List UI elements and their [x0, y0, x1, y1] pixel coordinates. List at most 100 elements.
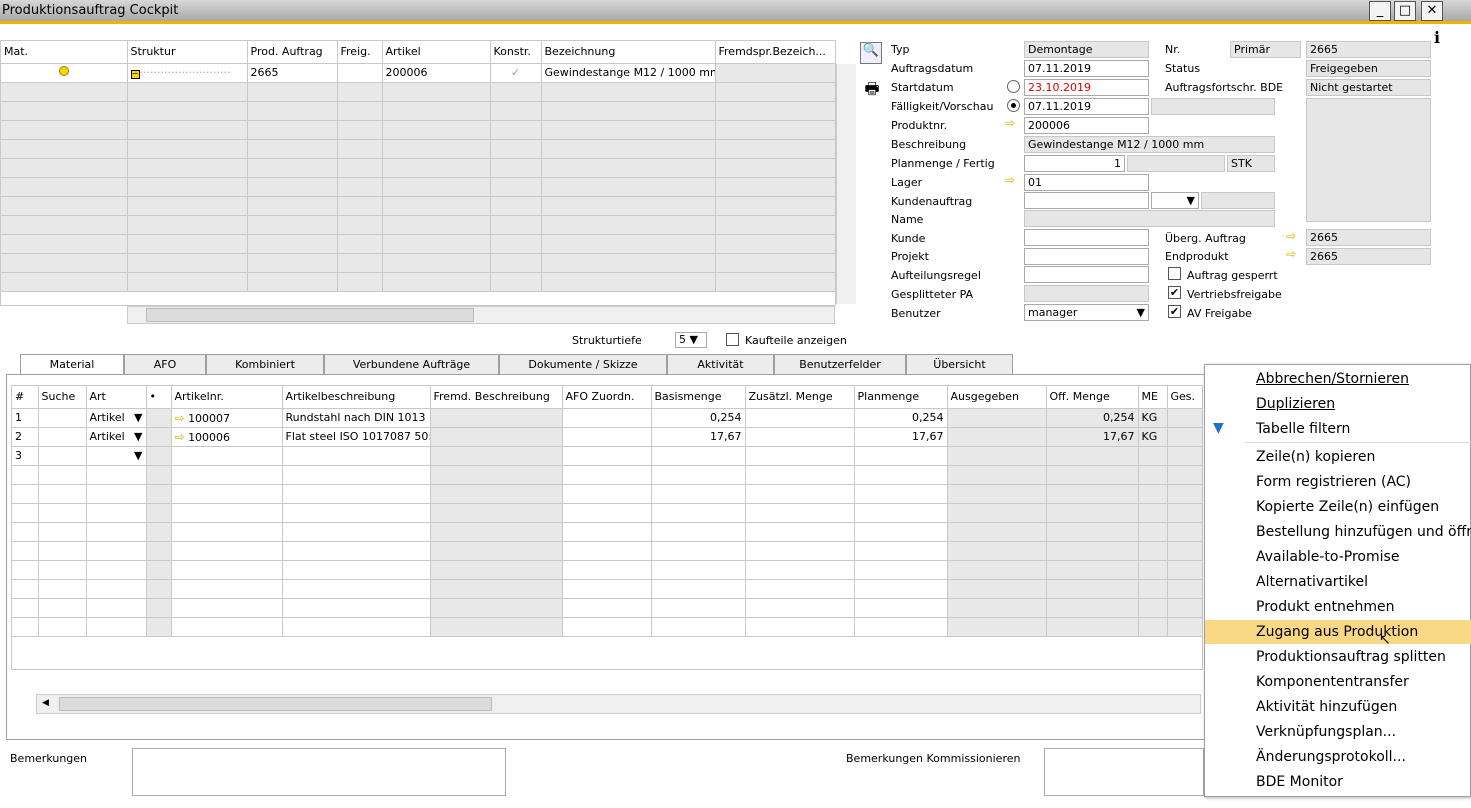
link-arrow-icon[interactable]: ⇨	[1286, 229, 1296, 243]
table-row[interactable]: 3 ▼	[12, 446, 1202, 466]
av-freigabe-checkbox[interactable]: ✔	[1168, 305, 1181, 318]
link-arrow-icon[interactable]: ⇨	[1286, 247, 1296, 261]
col-struktur[interactable]: Struktur	[127, 41, 248, 64]
link-arrow-icon[interactable]: ⇨	[175, 411, 185, 425]
menu-item-abbrechen[interactable]: Abbrechen/Stornieren	[1205, 367, 1471, 391]
col-artikelbeschreibung[interactable]: Artikelbeschreibung	[282, 386, 431, 409]
horizontal-scrollbar[interactable]	[127, 306, 835, 324]
col-freig[interactable]: Freig.	[337, 41, 383, 64]
menu-item-verknuepfungsplan[interactable]: Verknüpfungsplan...	[1205, 720, 1471, 744]
material-horizontal-scrollbar[interactable]: ◀	[36, 694, 1201, 714]
col-fremd-beschreibung[interactable]: Fremd. Beschreibung	[430, 386, 563, 409]
dropdown-icon[interactable]: ▼	[134, 449, 142, 462]
menu-item-bde-monitor[interactable]: BDE Monitor	[1205, 770, 1471, 794]
dropdown-icon[interactable]: ▼	[134, 430, 142, 443]
produktnr-field[interactable]: 200006	[1024, 117, 1149, 134]
planmenge-field[interactable]: 1	[1024, 155, 1125, 172]
tab-benutzerfelder[interactable]: Benutzerfelder	[774, 354, 906, 374]
col-konstr[interactable]: Konstr.	[490, 41, 542, 64]
col-mat[interactable]: Mat.	[1, 41, 128, 64]
tab-uebersicht[interactable]: Übersicht	[906, 354, 1013, 374]
dropdown-icon[interactable]: ▼	[134, 411, 142, 424]
tab-verbundene-auftraege[interactable]: Verbundene Aufträge	[324, 354, 499, 374]
maximize-button[interactable]: □	[1394, 1, 1416, 21]
menu-item-bestellung-hinzufuegen[interactable]: Bestellung hinzufügen und öffnen	[1205, 520, 1471, 544]
strukturtiefe-select[interactable]: 5 ▼	[675, 332, 707, 348]
menu-item-zeilen-einfuegen[interactable]: Kopierte Zeile(n) einfügen	[1205, 495, 1471, 519]
menu-item-zeilen-kopieren[interactable]: Zeile(n) kopieren	[1205, 445, 1471, 469]
menu-item-form-registrieren[interactable]: Form registrieren (AC)	[1205, 470, 1471, 494]
faelligkeit-field[interactable]: 07.11.2019	[1024, 98, 1149, 115]
kunde-field[interactable]	[1024, 229, 1149, 246]
kundenauftrag-select[interactable]: ▼	[1151, 192, 1199, 209]
col-number[interactable]: #	[12, 386, 39, 409]
tab-aktivitaet[interactable]: Aktivität	[667, 354, 774, 374]
bemerkungen-textarea[interactable]	[132, 748, 506, 796]
afbde-field[interactable]: Nicht gestartet	[1306, 79, 1431, 96]
menu-item-aktivitaet-hinzufuegen[interactable]: Aktivität hinzufügen	[1205, 695, 1471, 719]
print-icon[interactable]: 🖶	[860, 78, 884, 100]
info-icon[interactable]: ℹ	[1434, 28, 1440, 47]
tab-dokumente[interactable]: Dokumente / Skizze	[499, 354, 667, 374]
auftrag-gesperrt-checkbox[interactable]	[1168, 267, 1181, 280]
link-arrow-icon[interactable]: ⇨	[1005, 116, 1015, 130]
scroll-left-icon[interactable]: ◀	[42, 698, 49, 708]
menu-item-komponententransfer[interactable]: Komponententransfer	[1205, 670, 1471, 694]
typ-field[interactable]: Demontage	[1024, 41, 1149, 58]
benutzer-select[interactable]: manager ▼	[1024, 304, 1149, 321]
tab-kombiniert[interactable]: Kombiniert	[206, 354, 324, 374]
faelligkeit-radio[interactable]	[1007, 99, 1020, 112]
col-afo-zuordn[interactable]: AFO Zuordn.	[562, 386, 652, 409]
ueberg-auftrag-field[interactable]: 2665	[1306, 229, 1431, 246]
menu-item-auftrag-splitten[interactable]: Produktionsauftrag splitten	[1205, 645, 1471, 669]
kundenauftrag-extra[interactable]	[1201, 192, 1275, 209]
document-icon[interactable]: 🔍	[860, 42, 882, 64]
tab-material[interactable]: Material	[20, 354, 124, 375]
startdatum-radio[interactable]	[1007, 80, 1020, 93]
table-row[interactable]: −·························· 2665 200006 …	[1, 63, 835, 83]
lager-field[interactable]: 01	[1024, 174, 1149, 191]
endprodukt-field[interactable]: 2665	[1306, 248, 1431, 265]
kundenauftrag-field[interactable]	[1024, 192, 1149, 209]
minimize-button[interactable]: _	[1369, 1, 1391, 21]
name-field[interactable]	[1024, 210, 1275, 227]
collapse-icon[interactable]: −	[130, 70, 140, 79]
menu-item-aenderungsprotokoll[interactable]: Änderungsprotokoll...	[1205, 745, 1471, 769]
startdatum-field[interactable]: 23.10.2019	[1024, 79, 1149, 96]
fertig-field[interactable]	[1127, 155, 1225, 172]
menu-item-duplizieren[interactable]: Duplizieren	[1205, 392, 1471, 416]
col-art[interactable]: Art	[86, 386, 147, 409]
col-bezeichnung[interactable]: Bezeichnung	[541, 41, 716, 64]
nr-field[interactable]: 2665	[1306, 41, 1431, 58]
col-basismenge[interactable]: Basismenge	[651, 386, 746, 409]
col-ausgegeben[interactable]: Ausgegeben	[947, 386, 1047, 409]
col-off-menge[interactable]: Off. Menge	[1046, 386, 1139, 409]
menu-item-zugang-aus-produktion[interactable]: Zugang aus Produktion	[1205, 620, 1471, 644]
col-fremdspr[interactable]: Fremdspr.Bezeich...	[715, 41, 835, 64]
vertical-scrollbar[interactable]	[836, 64, 856, 304]
col-artikel[interactable]: Artikel	[382, 41, 491, 64]
projekt-field[interactable]	[1024, 248, 1149, 265]
col-suche[interactable]: Suche	[38, 386, 87, 409]
table-row[interactable]: 2 Artikel ▼ ⇨ 100006 Flat steel ISO 1017…	[12, 427, 1202, 447]
col-zusaetzl-menge[interactable]: Zusätzl. Menge	[745, 386, 855, 409]
vertriebsfreigabe-checkbox[interactable]: ✔	[1168, 286, 1181, 299]
link-arrow-icon[interactable]: ⇨	[1005, 173, 1015, 187]
link-arrow-icon[interactable]: ⇨	[175, 430, 185, 444]
col-artikelnr[interactable]: Artikelnr.	[171, 386, 283, 409]
col-ges[interactable]: Ges.	[1167, 386, 1202, 409]
scroll-thumb[interactable]	[59, 697, 492, 711]
menu-item-alternativartikel[interactable]: Alternativartikel	[1205, 570, 1471, 594]
table-row[interactable]: 1 Artikel ▼ ⇨ 100007 Rundstahl nach DIN …	[12, 408, 1202, 428]
aufteilungsregel-field[interactable]	[1024, 266, 1149, 283]
kaufteile-checkbox[interactable]	[726, 333, 739, 346]
nr-series-select[interactable]: Primär	[1230, 41, 1301, 58]
beschreibung-field[interactable]: Gewindestange M12 / 1000 mm	[1024, 136, 1275, 153]
auftragsdatum-field[interactable]: 07.11.2019	[1024, 60, 1149, 77]
col-planmenge[interactable]: Planmenge	[854, 386, 948, 409]
status-field[interactable]: Freigegeben	[1306, 60, 1431, 77]
scroll-thumb[interactable]	[146, 308, 474, 322]
col-dot[interactable]: •	[146, 386, 172, 409]
menu-item-tabelle-filtern[interactable]: Tabelle filtern	[1205, 417, 1471, 441]
vorschau-field[interactable]	[1151, 98, 1275, 115]
